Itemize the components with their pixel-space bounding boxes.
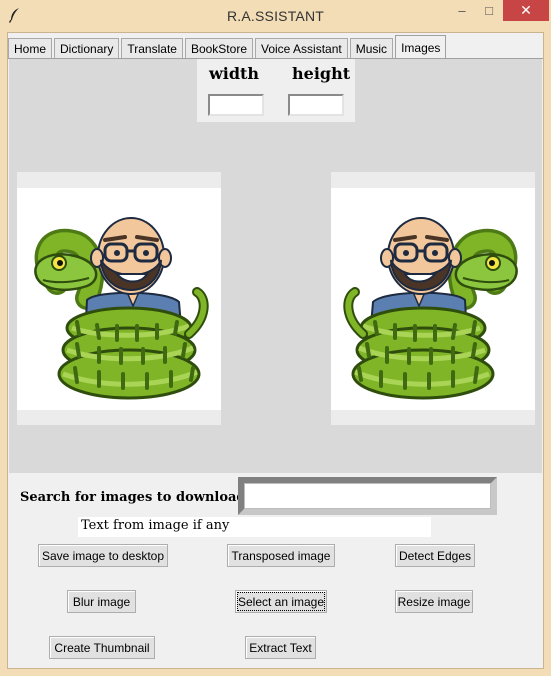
height-input[interactable] <box>288 94 344 116</box>
blur-image-button[interactable]: Blur image <box>67 590 136 613</box>
extract-text-button[interactable]: Extract Text <box>245 636 316 659</box>
cartoon-man-with-snake-image-mirrored <box>343 217 518 400</box>
maximize-button[interactable]: □ <box>476 0 502 21</box>
select-image-button[interactable]: Select an image <box>235 590 327 613</box>
width-label: width <box>209 64 260 83</box>
tab-voice-assistant[interactable]: Voice Assistant <box>255 38 348 59</box>
tab-home[interactable]: Home <box>8 38 53 59</box>
transposed-image-button[interactable]: Transposed image <box>227 544 335 567</box>
save-to-desktop-button[interactable]: Save image to desktop <box>38 544 168 567</box>
extracted-text-field[interactable]: Text from image if any <box>78 517 431 537</box>
tab-dictionary[interactable]: Dictionary <box>54 38 120 59</box>
window-client-area: Home Dictionary Translate BookStore Voic… <box>7 32 544 669</box>
width-input[interactable] <box>208 94 264 116</box>
create-thumbnail-button[interactable]: Create Thumbnail <box>49 636 155 659</box>
images-tab-panel: width height Search for images to downlo… <box>9 59 542 668</box>
detect-edges-button[interactable]: Detect Edges <box>395 544 475 567</box>
height-label: height <box>292 64 351 83</box>
tab-strip: Home Dictionary Translate BookStore Voic… <box>8 35 448 59</box>
image-canvas-area: width height <box>9 59 542 473</box>
tab-music[interactable]: Music <box>349 38 394 59</box>
search-input[interactable] <box>244 483 491 509</box>
tab-bookstore[interactable]: BookStore <box>184 38 253 59</box>
original-image-panel <box>17 172 221 425</box>
processed-image-panel <box>331 172 535 425</box>
search-frame <box>238 477 497 515</box>
cartoon-man-with-snake-image <box>34 217 209 400</box>
dimensions-box: width height <box>197 59 355 122</box>
title-bar: R.A.SSISTANT – □ ✕ <box>0 0 551 32</box>
close-button[interactable]: ✕ <box>503 0 549 21</box>
search-label: Search for images to download <box>20 490 246 505</box>
tab-images[interactable]: Images <box>395 35 447 59</box>
tab-translate[interactable]: Translate <box>121 38 183 59</box>
minimize-button[interactable]: – <box>449 0 475 21</box>
resize-image-button[interactable]: Resize image <box>395 590 473 613</box>
